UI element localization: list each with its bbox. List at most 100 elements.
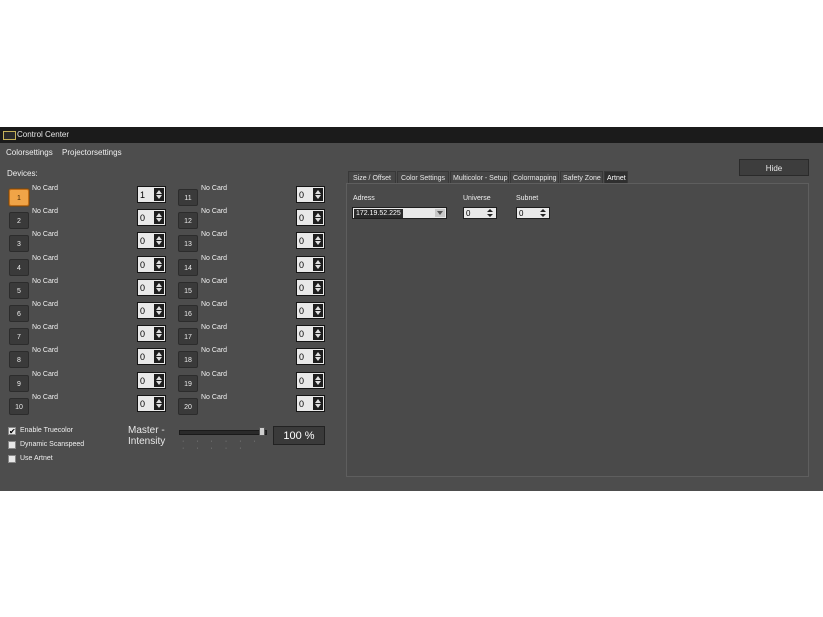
device-stepper-10[interactable]: 0 <box>137 394 166 412</box>
stepper-down-icon[interactable] <box>156 287 162 292</box>
device-stepper-18[interactable]: 0 <box>296 348 325 366</box>
device-button-4[interactable]: 4 <box>9 258 29 276</box>
device-button-18[interactable]: 18 <box>178 351 198 369</box>
device-stepper-11[interactable]: 0 <box>296 186 325 203</box>
device-stepper-3[interactable]: 0 <box>137 232 166 250</box>
stepper-down-icon[interactable] <box>315 241 321 246</box>
stepper-up-icon[interactable] <box>156 259 162 264</box>
stepper-up-icon[interactable] <box>156 236 162 241</box>
master-intensity-slider[interactable] <box>179 430 267 435</box>
device-stepper-5[interactable]: 0 <box>137 278 166 296</box>
stepper-up-icon[interactable] <box>315 352 321 357</box>
address-combo[interactable]: 172.19.52.225 <box>352 207 447 219</box>
stepper-buttons[interactable] <box>313 280 323 294</box>
stepper-up-icon[interactable] <box>156 306 162 310</box>
stepper-down-icon[interactable] <box>156 311 162 315</box>
chevron-down-icon[interactable] <box>435 209 445 217</box>
title-bar[interactable]: Control Center <box>0 127 823 143</box>
stepper-buttons[interactable] <box>313 188 323 201</box>
device-stepper-19[interactable]: 0 <box>296 371 325 389</box>
stepper-buttons[interactable] <box>154 211 164 225</box>
stepper-up-icon[interactable] <box>156 282 162 287</box>
checkbox[interactable] <box>8 455 16 463</box>
device-button-9[interactable]: 9 <box>9 374 29 392</box>
device-stepper-12[interactable]: 0 <box>296 209 325 227</box>
device-stepper-8[interactable]: 0 <box>137 348 166 366</box>
stepper-buttons[interactable] <box>313 304 323 317</box>
stepper-up-icon[interactable] <box>156 398 162 403</box>
stepper-buttons[interactable] <box>313 211 323 225</box>
stepper-buttons[interactable] <box>313 257 323 271</box>
stepper-up-icon[interactable] <box>315 329 321 334</box>
device-button-1[interactable]: 1 <box>9 189 29 206</box>
device-button-7[interactable]: 7 <box>9 328 29 346</box>
stepper-up-icon[interactable] <box>315 190 321 194</box>
device-button-10[interactable]: 10 <box>9 397 29 415</box>
stepper-buttons[interactable] <box>154 188 164 201</box>
device-button-3[interactable]: 3 <box>9 235 29 253</box>
stepper-buttons[interactable] <box>154 234 164 248</box>
stepper-down-icon[interactable] <box>315 195 321 199</box>
device-stepper-2[interactable]: 0 <box>137 209 166 227</box>
stepper-down-icon[interactable] <box>315 357 321 362</box>
stepper-buttons[interactable] <box>154 257 164 271</box>
device-stepper-16[interactable]: 0 <box>296 302 325 319</box>
stepper-up-icon[interactable] <box>156 213 162 218</box>
stepper-down-icon[interactable] <box>156 195 162 199</box>
subnet-stepper[interactable]: 0 <box>516 207 550 219</box>
stepper-up-icon[interactable] <box>315 236 321 241</box>
device-stepper-13[interactable]: 0 <box>296 232 325 250</box>
device-button-8[interactable]: 8 <box>9 351 29 369</box>
stepper-down-icon[interactable] <box>315 287 321 292</box>
device-stepper-6[interactable]: 0 <box>137 302 166 319</box>
device-button-13[interactable]: 13 <box>178 235 198 253</box>
stepper-down-icon[interactable] <box>315 218 321 223</box>
stepper-up-icon[interactable] <box>315 306 321 310</box>
device-button-16[interactable]: 16 <box>178 305 198 322</box>
hide-button[interactable]: Hide <box>739 159 809 176</box>
device-button-19[interactable]: 19 <box>178 374 198 392</box>
menu-projectorsettings[interactable]: Projectorsettings <box>62 148 122 157</box>
stepper-up-icon[interactable] <box>315 213 321 218</box>
universe-stepper[interactable]: 0 <box>463 207 497 219</box>
stepper-down-icon[interactable] <box>540 214 546 217</box>
device-button-11[interactable]: 11 <box>178 189 198 206</box>
checkbox[interactable]: ✔ <box>8 427 16 436</box>
device-button-14[interactable]: 14 <box>178 258 198 276</box>
menu-colorsettings[interactable]: Colorsettings <box>6 148 53 157</box>
device-button-6[interactable]: 6 <box>9 305 29 322</box>
stepper-down-icon[interactable] <box>315 403 321 408</box>
device-button-17[interactable]: 17 <box>178 328 198 346</box>
stepper-down-icon[interactable] <box>315 264 321 269</box>
stepper-down-icon[interactable] <box>156 357 162 362</box>
stepper-buttons[interactable] <box>313 350 323 364</box>
device-button-5[interactable]: 5 <box>9 281 29 299</box>
stepper-buttons[interactable] <box>154 304 164 317</box>
stepper-up-icon[interactable] <box>487 209 493 212</box>
stepper-buttons[interactable] <box>313 234 323 248</box>
stepper-buttons[interactable] <box>313 327 323 341</box>
device-button-2[interactable]: 2 <box>9 212 29 230</box>
stepper-down-icon[interactable] <box>156 380 162 385</box>
checkbox[interactable] <box>8 441 16 449</box>
device-button-20[interactable]: 20 <box>178 397 198 415</box>
stepper-buttons[interactable] <box>313 396 323 410</box>
stepper-down-icon[interactable] <box>156 264 162 269</box>
stepper-up-icon[interactable] <box>315 375 321 380</box>
stepper-up-icon[interactable] <box>315 259 321 264</box>
stepper-buttons[interactable] <box>154 327 164 341</box>
stepper-up-icon[interactable] <box>156 375 162 380</box>
device-stepper-20[interactable]: 0 <box>296 394 325 412</box>
stepper-down-icon[interactable] <box>315 311 321 315</box>
stepper-up-icon[interactable] <box>315 398 321 403</box>
stepper-up-icon[interactable] <box>315 282 321 287</box>
device-stepper-7[interactable]: 0 <box>137 325 166 343</box>
stepper-up-icon[interactable] <box>156 190 162 194</box>
slider-thumb[interactable] <box>259 427 265 436</box>
stepper-down-icon[interactable] <box>315 334 321 339</box>
stepper-down-icon[interactable] <box>487 214 493 217</box>
device-stepper-4[interactable]: 0 <box>137 255 166 273</box>
device-stepper-14[interactable]: 0 <box>296 255 325 273</box>
stepper-buttons[interactable] <box>154 373 164 387</box>
stepper-buttons[interactable] <box>154 280 164 294</box>
